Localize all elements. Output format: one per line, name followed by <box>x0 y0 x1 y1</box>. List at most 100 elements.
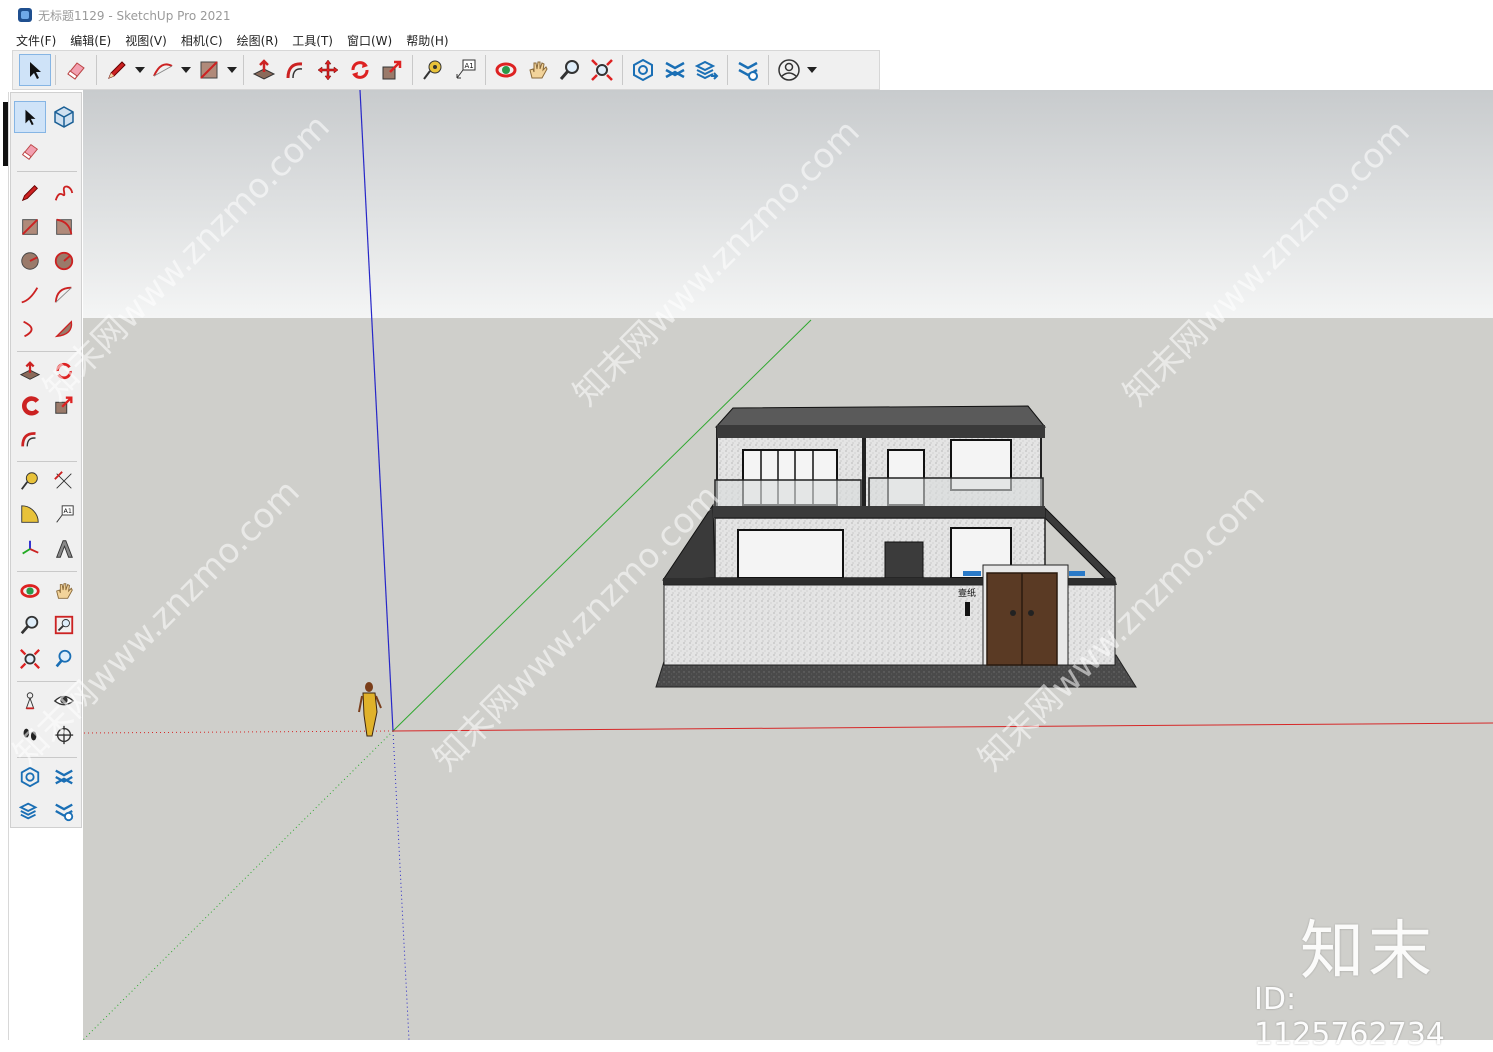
eraser-tool-button[interactable] <box>60 54 92 86</box>
left-pie-button[interactable] <box>48 313 80 345</box>
menu-tools[interactable]: 工具(T) <box>292 32 333 49</box>
lower-window-left <box>737 529 844 579</box>
left-zoom-window-button[interactable] <box>48 609 80 641</box>
left-pan-button[interactable] <box>48 575 80 607</box>
account-button[interactable] <box>773 54 805 86</box>
text-label-icon: A1 <box>456 59 476 79</box>
menu-window[interactable]: 窗口(W) <box>347 32 392 49</box>
left-push-pull-button[interactable] <box>14 355 46 387</box>
left-rotate-button[interactable] <box>48 355 80 387</box>
left-scale-button[interactable] <box>48 389 80 421</box>
left-follow-me-button[interactable] <box>14 389 46 421</box>
select-tool-button[interactable] <box>19 54 51 86</box>
sky <box>83 90 1493 318</box>
left-protractor-button[interactable] <box>14 499 46 531</box>
position-camera-icon <box>25 692 35 710</box>
left-eraser-button[interactable] <box>14 135 46 167</box>
roof-top <box>714 405 1047 428</box>
rotate-tool-button[interactable] <box>344 54 376 86</box>
push-pull-tool-button[interactable] <box>248 54 280 86</box>
left-text-button[interactable]: A1 <box>48 499 80 531</box>
left-3d-text-button[interactable] <box>48 533 80 565</box>
menu-view[interactable]: 视图(V) <box>125 32 167 49</box>
blue-accent-right <box>1069 571 1085 576</box>
hand-icon <box>529 61 548 79</box>
zoom-extents-tool-button[interactable] <box>586 54 618 86</box>
front-wall-right <box>1064 584 1116 666</box>
left-rectangle-button[interactable] <box>14 211 46 243</box>
left-select-button[interactable] <box>14 101 46 133</box>
menu-file[interactable]: 文件(F) <box>16 32 56 49</box>
zoom-tool-button[interactable] <box>554 54 586 86</box>
title-bar: 无标题1129 - SketchUp Pro 2021 <box>0 0 1493 30</box>
extension-manager-tool-button[interactable] <box>732 54 764 86</box>
move-tool-button[interactable] <box>312 54 344 86</box>
left-offset-button[interactable] <box>14 423 46 455</box>
left-position-camera-button[interactable] <box>14 685 46 717</box>
move-icon <box>317 59 339 81</box>
menu-help[interactable]: 帮助(H) <box>406 32 448 49</box>
large-toolset-toolbar: A1 <box>12 50 880 90</box>
left-toolset: A1 <box>10 92 82 828</box>
eye-icon <box>53 695 75 706</box>
svg-text:A1: A1 <box>64 507 72 515</box>
left-tape-measure-button[interactable] <box>14 465 46 497</box>
share-model-tool-button[interactable] <box>691 54 723 86</box>
menu-edit[interactable]: 编辑(E) <box>70 32 111 49</box>
left-two-point-arc-button[interactable] <box>48 279 80 311</box>
extension-manager-icon <box>55 803 74 822</box>
text-tool-button[interactable]: A1 <box>449 54 481 86</box>
floor-slab <box>713 506 1045 518</box>
rectangle-tool-button[interactable] <box>193 54 225 86</box>
left-three-point-arc-button[interactable] <box>14 313 46 345</box>
left-arc-button[interactable] <box>14 279 46 311</box>
left-share-model-button[interactable] <box>14 795 46 827</box>
eraser-icon <box>67 62 85 80</box>
left-extension-manager-button[interactable] <box>48 795 80 827</box>
line-tool-dropdown[interactable] <box>133 54 147 86</box>
warehouse-tool-button[interactable] <box>627 54 659 86</box>
left-rotated-rectangle-button[interactable] <box>48 211 80 243</box>
left-freehand-button[interactable] <box>48 177 80 209</box>
left-section-plane-button[interactable] <box>48 719 80 751</box>
protractor-icon <box>21 505 39 523</box>
3d-warehouse-icon <box>20 766 40 788</box>
left-dimension-button[interactable] <box>48 465 80 497</box>
orbit-tool-button[interactable] <box>490 54 522 86</box>
scale-icon <box>382 60 402 80</box>
menu-camera[interactable]: 相机(C) <box>181 32 223 49</box>
line-tool-button[interactable] <box>101 54 133 86</box>
follow-me-icon <box>22 396 40 416</box>
arc-tool-button[interactable] <box>147 54 179 86</box>
push-pull-icon <box>252 59 276 80</box>
offset-tool-button[interactable] <box>280 54 312 86</box>
pan-tool-button[interactable] <box>522 54 554 86</box>
left-circle-button[interactable] <box>14 245 46 277</box>
menu-draw[interactable]: 绘图(R) <box>237 32 279 49</box>
left-axes-button[interactable] <box>14 533 46 565</box>
left-previous-view-button[interactable] <box>48 643 80 675</box>
left-look-around-button[interactable] <box>48 685 80 717</box>
rectangle-tool-dropdown[interactable] <box>225 54 239 86</box>
three-point-arc-icon <box>23 320 33 338</box>
pencil-icon <box>21 185 38 202</box>
blue-accent <box>963 571 981 576</box>
left-component-button[interactable] <box>48 101 80 133</box>
arc-tool-dropdown[interactable] <box>179 54 193 86</box>
scale-tool-button[interactable] <box>376 54 408 86</box>
left-zoom-extents-button[interactable] <box>14 643 46 675</box>
extension-warehouse-tool-button[interactable] <box>659 54 691 86</box>
left-line-button[interactable] <box>14 177 46 209</box>
account-dropdown[interactable] <box>805 54 819 86</box>
component-cube-icon <box>54 106 74 128</box>
left-walk-button[interactable] <box>14 719 46 751</box>
svg-text:A1: A1 <box>465 62 474 70</box>
3d-warehouse-icon <box>633 58 653 82</box>
left-warehouse-button[interactable] <box>14 761 46 793</box>
left-zoom-button[interactable] <box>14 609 46 641</box>
tape-measure-tool-button[interactable] <box>417 54 449 86</box>
left-polygon-button[interactable] <box>48 245 80 277</box>
left-extension-warehouse-button[interactable] <box>48 761 80 793</box>
model-viewport[interactable]: 壹纸 <box>83 90 1493 1040</box>
left-orbit-button[interactable] <box>14 575 46 607</box>
